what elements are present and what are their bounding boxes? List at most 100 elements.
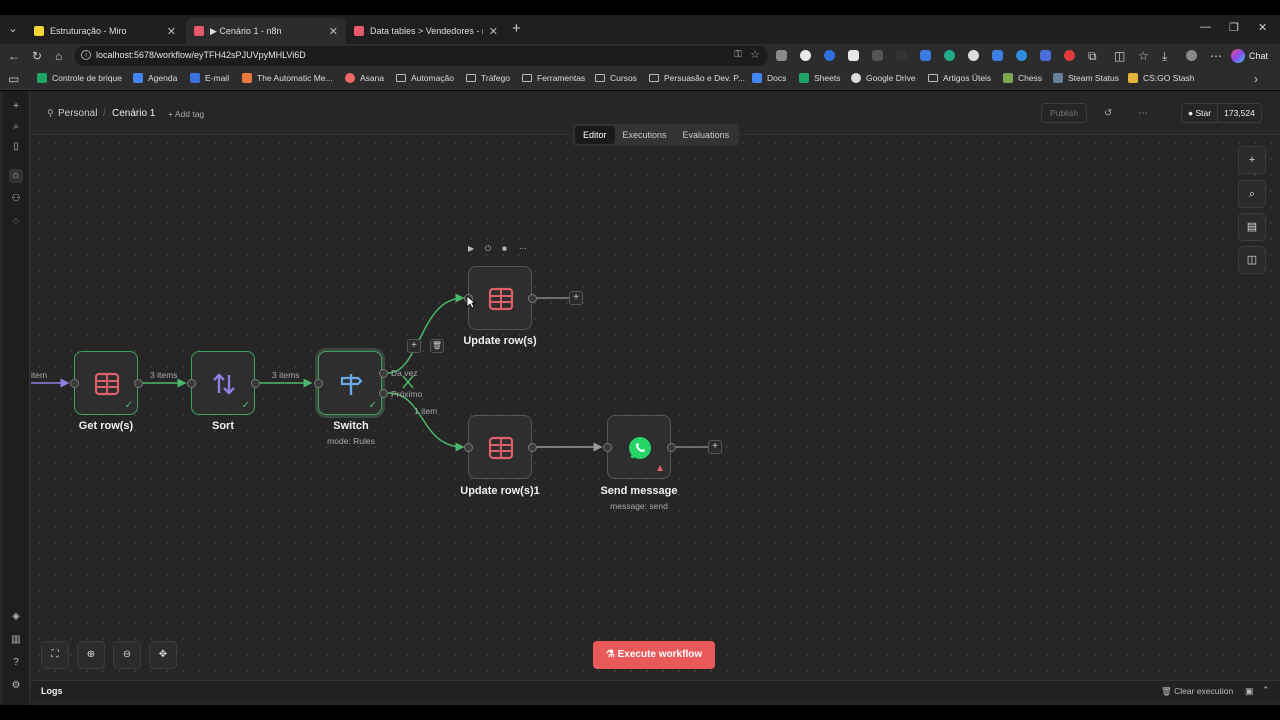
input-handle[interactable] [314,379,323,388]
output-handle[interactable] [667,443,676,452]
bookmark-item[interactable]: Chess [1003,73,1042,83]
insights-icon[interactable]: ▥ [9,633,23,647]
bookmark-star-icon[interactable]: ☆ [750,48,760,61]
bookmark-folder[interactable]: Artigos Úteis [928,73,991,83]
home-icon[interactable]: ⌂ [9,169,23,183]
extension-icon[interactable] [1040,50,1051,61]
chevron-up-icon[interactable]: ⌃ [1262,685,1270,696]
bookmark-folder[interactable]: Automação [396,73,454,83]
more-menu-icon[interactable]: ⋯ [1210,49,1222,63]
extension-icon[interactable] [1064,50,1075,61]
clear-execution-button[interactable]: 🗑 Clear execution [1161,686,1233,697]
new-tab-icon[interactable]: + [512,20,521,37]
extension-icon[interactable] [1016,50,1027,61]
bookmark-item[interactable]: The Automatic Me... [242,73,333,83]
add-next-node-button[interactable]: + [708,440,722,454]
bookmark-item[interactable]: Google Drive [851,73,916,83]
fit-view-icon[interactable]: ⛶ [41,641,69,669]
extensions-puzzle-icon[interactable]: ⧉ [1088,49,1097,64]
help-icon[interactable]: ? [9,656,23,670]
output-handle[interactable] [134,379,143,388]
sticky-note-icon[interactable]: ▤ [1238,213,1266,241]
workflow-name[interactable]: Cenário 1 [112,108,155,119]
address-bar[interactable]: i localhost:5678/workflow/eyTFH42sPJUVpy… [74,46,768,66]
add-icon[interactable]: + [9,100,23,114]
add-next-node-button[interactable]: + [569,291,583,305]
output-handle[interactable] [379,389,388,398]
home-icon[interactable]: ⌂ [55,49,62,63]
close-tab-icon[interactable]: ✕ [489,25,498,38]
tab-search-icon[interactable]: ⌄ [4,20,22,38]
minimize-icon[interactable]: — [1200,21,1211,33]
history-icon[interactable]: ↺ [1104,108,1112,119]
input-handle[interactable] [70,379,79,388]
bookmark-folder[interactable]: Tráfego [466,73,510,83]
publish-button[interactable]: Publish [1041,103,1087,123]
close-tab-icon[interactable]: ✕ [167,25,176,38]
bookmark-folder[interactable]: Persuasão e Dev. P... [649,73,745,83]
add-node-on-edge-button[interactable]: + [407,339,421,353]
settings-gear-icon[interactable]: ⚙ [9,679,23,693]
search-nodes-icon[interactable]: ⌕ [1238,180,1266,208]
search-icon[interactable]: ⌕ [9,120,23,134]
chevron-right-icon[interactable]: › [1254,72,1258,86]
bookmark-item[interactable]: Docs [752,73,786,83]
chat-button[interactable]: Chat [1231,46,1268,66]
maximize-icon[interactable]: ❐ [1229,21,1239,34]
tab-executions[interactable]: Executions [615,126,675,144]
browser-tab-cenario[interactable]: ▶ Cenário 1 - n8n ✕ [186,18,346,44]
input-handle[interactable] [187,379,196,388]
bookmark-item[interactable]: E-mail [190,73,229,83]
input-handle[interactable] [603,443,612,452]
node-switch[interactable]: ✓ [318,351,382,415]
bookmark-folder[interactable]: Ferramentas [522,73,585,83]
execute-node-icon[interactable]: ▶ [468,244,474,253]
extension-icon[interactable] [992,50,1003,61]
extension-icon[interactable] [848,50,859,61]
back-icon[interactable]: ← [8,49,20,63]
output-handle[interactable] [528,443,537,452]
node-more-icon[interactable]: ⋯ [519,244,527,253]
node-send-message[interactable]: ▲ [607,415,671,479]
downloads-icon[interactable]: ⤓ [1162,49,1167,64]
browser-tab-miro[interactable]: Estruturação - Miro ✕ [26,18,184,44]
extension-icon[interactable] [944,50,955,61]
bookmark-item[interactable]: Controle de brique [37,73,122,83]
favorites-icon[interactable]: ☆ [1138,49,1149,63]
output-handle[interactable] [379,369,388,378]
key-icon[interactable]: ⚿ [734,49,742,60]
close-tab-icon[interactable]: ✕ [329,25,338,38]
tidy-up-icon[interactable]: ✥ [149,641,177,669]
browser-tab-data-tables[interactable]: Data tables > Vendedores - n8n ✕ [346,18,506,44]
add-tag-button[interactable]: + Add tag [168,109,204,119]
profile-avatar-icon[interactable] [1186,50,1197,61]
bookmark-folder[interactable]: Cursos [595,73,637,83]
zoom-in-icon[interactable]: ⊕ [77,641,105,669]
deactivate-node-icon[interactable]: ⏻ [485,244,491,254]
execute-workflow-button[interactable]: ⚗ Execute workflow [593,641,715,669]
extension-icon[interactable] [872,50,883,61]
reload-icon[interactable]: ↻ [32,49,42,63]
more-options-icon[interactable]: ⋯ [1138,108,1148,119]
extension-icon[interactable] [824,50,835,61]
pop-out-icon[interactable]: ▣ [1245,686,1254,697]
tablet-icon[interactable]: ▭ [8,72,19,86]
split-view-icon[interactable]: ◫ [1114,49,1125,63]
extension-icon[interactable] [776,50,787,61]
bookmark-item[interactable]: Sheets [799,73,840,83]
output-handle[interactable] [528,294,537,303]
github-star-button[interactable]: ● Star 173,524 [1181,103,1262,123]
breadcrumb-project[interactable]: Personal [58,108,97,119]
node-get-rows[interactable]: ✓ [74,351,138,415]
site-info-icon[interactable]: i [81,50,91,60]
tab-evaluations[interactable]: Evaluations [675,126,738,144]
output-handle[interactable] [251,379,260,388]
node-update-rows-1[interactable] [468,415,532,479]
delete-node-icon[interactable]: ■ [502,244,507,253]
user-icon[interactable]: ⚇ [9,192,23,206]
templates-icon[interactable]: ◈ [9,610,23,624]
node-update-rows[interactable] [468,266,532,330]
add-node-button[interactable]: + [1238,146,1266,174]
node-sort[interactable]: ✓ [191,351,255,415]
panel-toggle-icon[interactable]: ◫ [1238,246,1266,274]
